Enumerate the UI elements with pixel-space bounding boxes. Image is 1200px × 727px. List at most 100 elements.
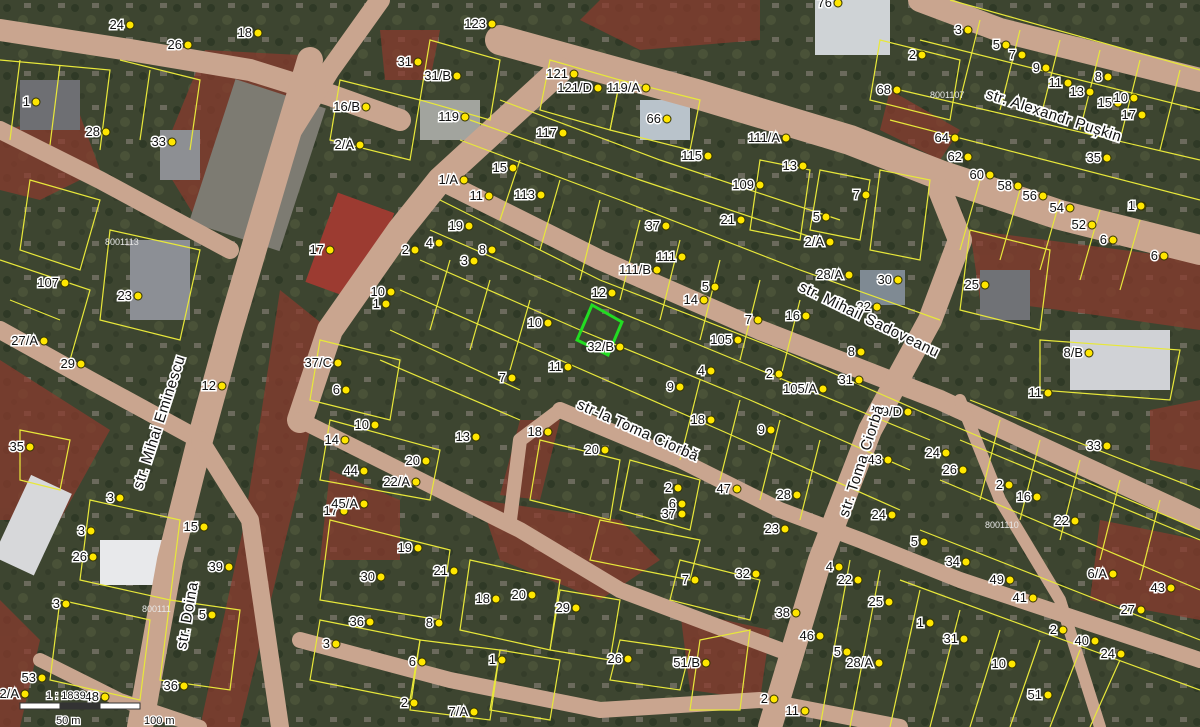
parcel-point-icon[interactable] — [980, 280, 990, 290]
parcel-point-icon[interactable] — [1103, 72, 1113, 82]
parcel-point-icon[interactable] — [1116, 649, 1126, 659]
parcel-point-icon[interactable] — [569, 69, 579, 79]
parcel-point-icon[interactable] — [661, 221, 671, 231]
parcel-point-icon[interactable] — [417, 657, 427, 667]
parcel-point-icon[interactable] — [413, 543, 423, 553]
parcel-point-icon[interactable] — [469, 256, 479, 266]
parcel-point-icon[interactable] — [460, 112, 470, 122]
parcel-point-icon[interactable] — [133, 291, 143, 301]
parcel-point-icon[interactable] — [755, 180, 765, 190]
parcel-point-icon[interactable] — [491, 594, 501, 604]
parcel-point-icon[interactable] — [1166, 583, 1176, 593]
parcel-point-icon[interactable] — [732, 484, 742, 494]
parcel-point-icon[interactable] — [706, 415, 716, 425]
parcel-point-icon[interactable] — [487, 245, 497, 255]
parcel-point-icon[interactable] — [1065, 203, 1075, 213]
parcel-point-icon[interactable] — [497, 655, 507, 665]
parcel-point-icon[interactable] — [699, 295, 709, 305]
parcel-point-icon[interactable] — [1038, 191, 1048, 201]
parcel-point-icon[interactable] — [766, 425, 776, 435]
parcel-point-icon[interactable] — [950, 133, 960, 143]
parcel-point-icon[interactable] — [487, 19, 497, 29]
parcel-point-icon[interactable] — [224, 562, 234, 572]
parcel-point-icon[interactable] — [39, 336, 49, 346]
parcel-point-icon[interactable] — [1129, 93, 1139, 103]
parcel-point-icon[interactable] — [571, 603, 581, 613]
parcel-point-icon[interactable] — [434, 618, 444, 628]
parcel-point-icon[interactable] — [844, 270, 854, 280]
parcel-point-icon[interactable] — [411, 477, 421, 487]
parcel-point-icon[interactable] — [1013, 181, 1023, 191]
parcel-point-icon[interactable] — [361, 102, 371, 112]
parcel-point-icon[interactable] — [791, 608, 801, 618]
parcel-point-icon[interactable] — [558, 128, 568, 138]
parcel-point-icon[interactable] — [677, 509, 687, 519]
parcel-point-icon[interactable] — [1004, 480, 1014, 490]
parcel-point-icon[interactable] — [1108, 569, 1118, 579]
parcel-point-icon[interactable] — [359, 466, 369, 476]
parcel-point-icon[interactable] — [1136, 605, 1146, 615]
parcel-point-icon[interactable] — [736, 215, 746, 225]
parcel-point-icon[interactable] — [508, 163, 518, 173]
parcel-point-icon[interactable] — [673, 483, 683, 493]
parcel-point-icon[interactable] — [359, 499, 369, 509]
parcel-point-icon[interactable] — [333, 358, 343, 368]
parcel-point-icon[interactable] — [893, 275, 903, 285]
parcel-point-icon[interactable] — [76, 359, 86, 369]
parcel-point-icon[interactable] — [370, 420, 380, 430]
parcel-point-icon[interactable] — [1005, 575, 1015, 585]
parcel-point-icon[interactable] — [527, 590, 537, 600]
parcel-point-icon[interactable] — [703, 151, 713, 161]
parcel-point-icon[interactable] — [125, 20, 135, 30]
map-canvas[interactable]: 8001107 8001113 8001110 800111 242618123… — [0, 0, 1200, 727]
parcel-point-icon[interactable] — [207, 610, 217, 620]
parcel-point-icon[interactable] — [1090, 636, 1100, 646]
parcel-point-icon[interactable] — [800, 706, 810, 716]
parcel-point-icon[interactable] — [376, 572, 386, 582]
parcel-point-icon[interactable] — [623, 654, 633, 664]
parcel-point-icon[interactable] — [780, 524, 790, 534]
parcel-point-icon[interactable] — [675, 382, 685, 392]
parcel-point-icon[interactable] — [543, 318, 553, 328]
parcel-point-icon[interactable] — [459, 175, 469, 185]
parcel-point-icon[interactable] — [821, 212, 831, 222]
parcel-point-icon[interactable] — [1137, 110, 1147, 120]
parcel-point-icon[interactable] — [818, 384, 828, 394]
parcel-point-icon[interactable] — [88, 552, 98, 562]
parcel-point-icon[interactable] — [464, 221, 474, 231]
parcel-point-icon[interactable] — [853, 575, 863, 585]
parcel-point-icon[interactable] — [903, 407, 913, 417]
parcel-point-icon[interactable] — [615, 342, 625, 352]
parcel-point-icon[interactable] — [607, 288, 617, 298]
parcel-point-icon[interactable] — [381, 299, 391, 309]
parcel-point-icon[interactable] — [677, 252, 687, 262]
parcel-point-icon[interactable] — [452, 71, 462, 81]
parcel-point-icon[interactable] — [325, 245, 335, 255]
parcel-point-icon[interactable] — [253, 28, 263, 38]
parcel-point-icon[interactable] — [600, 445, 610, 455]
parcel-point-icon[interactable] — [449, 566, 459, 576]
parcel-point-icon[interactable] — [961, 557, 971, 567]
parcel-point-icon[interactable] — [86, 526, 96, 536]
parcel-point-icon[interactable] — [690, 575, 700, 585]
parcel-point-icon[interactable] — [874, 658, 884, 668]
parcel-point-icon[interactable] — [536, 190, 546, 200]
parcel-point-icon[interactable] — [733, 335, 743, 345]
parcel-point-icon[interactable] — [199, 522, 209, 532]
parcel-point-icon[interactable] — [652, 265, 662, 275]
parcel-point-icon[interactable] — [701, 658, 711, 668]
parcel-point-icon[interactable] — [959, 634, 969, 644]
parcel-point-icon[interactable] — [801, 311, 811, 321]
parcel-point-icon[interactable] — [25, 442, 35, 452]
parcel-point-icon[interactable] — [710, 282, 720, 292]
parcel-point-icon[interactable] — [1043, 690, 1053, 700]
parcel-point-icon[interactable] — [884, 597, 894, 607]
parcel-point-icon[interactable] — [31, 97, 41, 107]
parcel-point-icon[interactable] — [471, 432, 481, 442]
parcel-point-icon[interactable] — [331, 639, 341, 649]
parcel-point-icon[interactable] — [958, 465, 968, 475]
parcel-point-icon[interactable] — [887, 510, 897, 520]
parcel-point-icon[interactable] — [856, 347, 866, 357]
parcel-point-icon[interactable] — [781, 133, 791, 143]
parcel-point-icon[interactable] — [815, 631, 825, 641]
